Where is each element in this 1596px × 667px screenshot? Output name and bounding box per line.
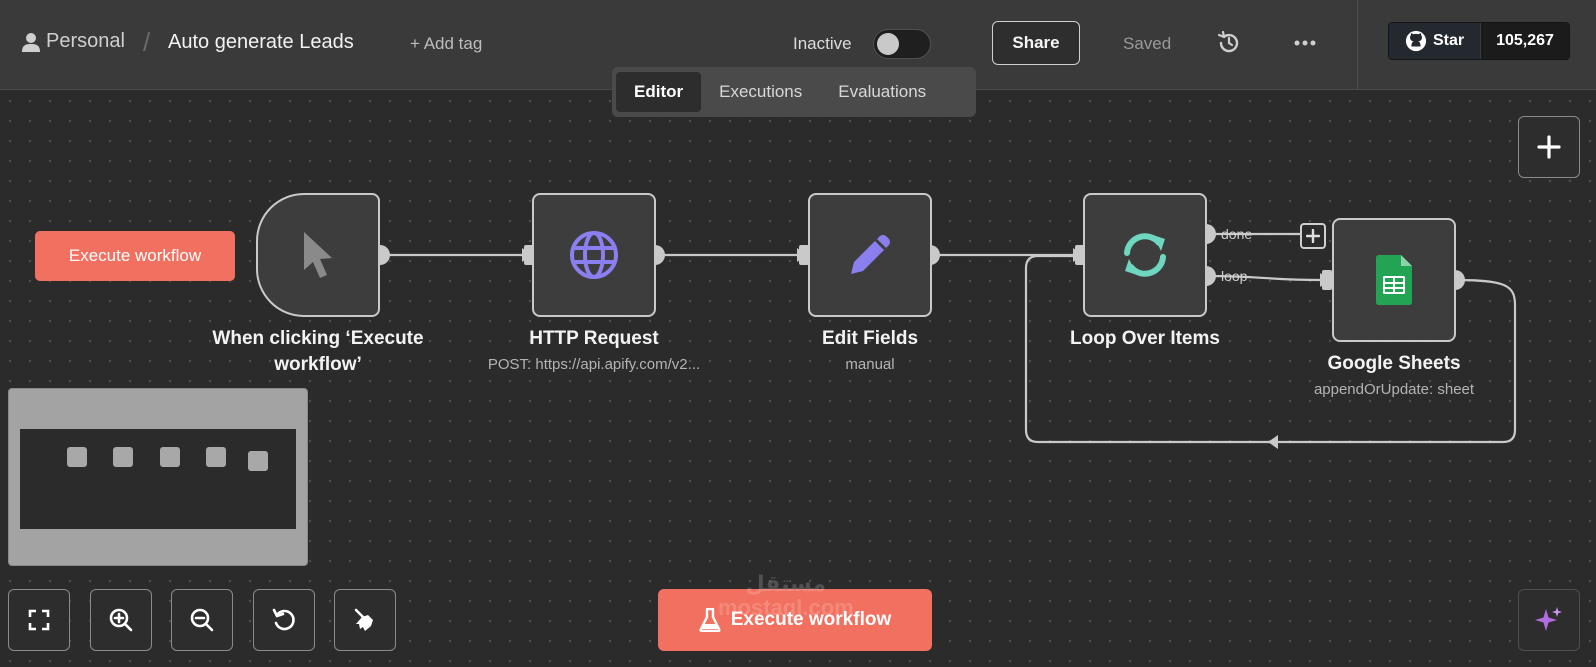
workflow-name[interactable]: Auto generate Leads xyxy=(168,31,354,54)
share-button[interactable]: Share xyxy=(992,21,1080,65)
node-edit-fields[interactable] xyxy=(808,193,932,317)
zoom-in-button[interactable] xyxy=(90,589,152,651)
tab-executions[interactable]: Executions xyxy=(701,72,820,112)
undo-icon xyxy=(272,608,295,631)
minimap-node xyxy=(67,447,87,467)
fit-view-button[interactable] xyxy=(8,589,70,651)
active-status-label: Inactive xyxy=(793,34,852,53)
tab-editor[interactable]: Editor xyxy=(616,72,702,112)
more-options-icon[interactable] xyxy=(1292,30,1318,56)
add-node-button[interactable] xyxy=(1518,116,1580,178)
node-title-trigger: When clicking ‘Execute workflow’ xyxy=(212,328,424,375)
edge-label-loop: loop xyxy=(1221,268,1248,284)
side-execute-workflow-button[interactable]: Execute workflow xyxy=(35,231,235,281)
user-icon xyxy=(22,32,40,52)
zoom-out-icon xyxy=(190,608,214,632)
node-subtitle-sheets: appendOrUpdate: sheet xyxy=(1313,381,1475,398)
tidy-up-button[interactable] xyxy=(334,589,396,651)
minimap-node xyxy=(206,447,226,467)
globe-icon xyxy=(570,231,618,279)
watermark: مستقل mostaql.com xyxy=(718,572,854,620)
zoom-in-icon xyxy=(109,608,133,632)
node-http-request[interactable] xyxy=(532,193,656,317)
node-title-edit: Edit Fields xyxy=(821,328,919,349)
google-sheets-icon xyxy=(1376,255,1412,305)
sparkle-icon xyxy=(1535,607,1562,631)
toggle-knob xyxy=(877,33,899,55)
github-star-button[interactable]: Star 105,267 xyxy=(1388,22,1570,60)
node-subtitle-edit: manual xyxy=(845,356,895,373)
watermark-arabic: مستقل xyxy=(745,571,827,596)
plus-icon xyxy=(1306,229,1320,243)
minimap-viewport[interactable] xyxy=(20,429,296,529)
add-tag-button[interactable]: + Add tag xyxy=(410,34,482,54)
node-title-sheets: Google Sheets xyxy=(1327,353,1461,374)
node-google-sheets[interactable] xyxy=(1332,218,1456,342)
pencil-icon xyxy=(851,235,890,274)
github-star-count: 105,267 xyxy=(1480,23,1569,59)
minimap[interactable] xyxy=(8,388,308,566)
add-after-done-button[interactable] xyxy=(1300,223,1326,249)
view-tabs: Editor Executions Evaluations xyxy=(612,67,976,117)
tab-evaluations[interactable]: Evaluations xyxy=(820,72,944,112)
loop-icon xyxy=(1124,233,1166,277)
minimap-node xyxy=(248,451,268,471)
zoom-out-button[interactable] xyxy=(171,589,233,651)
ai-assistant-button[interactable] xyxy=(1518,589,1580,651)
minimap-node xyxy=(160,447,180,467)
active-toggle[interactable] xyxy=(873,29,931,59)
edge-label-done: done xyxy=(1221,226,1253,242)
node-title-http: HTTP Request xyxy=(529,328,659,349)
project-name: Personal xyxy=(46,30,125,52)
node-loop-over-items[interactable] xyxy=(1083,193,1207,317)
watermark-latin: mostaql.com xyxy=(718,595,854,620)
fit-view-icon xyxy=(28,609,50,631)
reset-zoom-button[interactable] xyxy=(253,589,315,651)
header-divider xyxy=(1357,0,1358,90)
github-icon xyxy=(1405,30,1427,52)
project-breadcrumb[interactable]: Personal xyxy=(22,30,125,53)
node-title-loop: Loop Over Items xyxy=(1070,328,1220,349)
plus-icon xyxy=(1537,135,1561,159)
minimap-node xyxy=(113,447,133,467)
saved-status: Saved xyxy=(1123,34,1172,53)
breadcrumb-separator: / xyxy=(143,27,151,57)
node-subtitle-http: POST: https://api.apify.com/v2... xyxy=(487,356,701,373)
node-manual-trigger[interactable] xyxy=(256,193,380,317)
broom-icon xyxy=(354,608,373,631)
github-star-text: Star xyxy=(1432,32,1465,49)
history-icon[interactable] xyxy=(1216,30,1242,56)
github-star-label-box: Star xyxy=(1389,23,1480,59)
cursor-icon xyxy=(304,232,332,278)
